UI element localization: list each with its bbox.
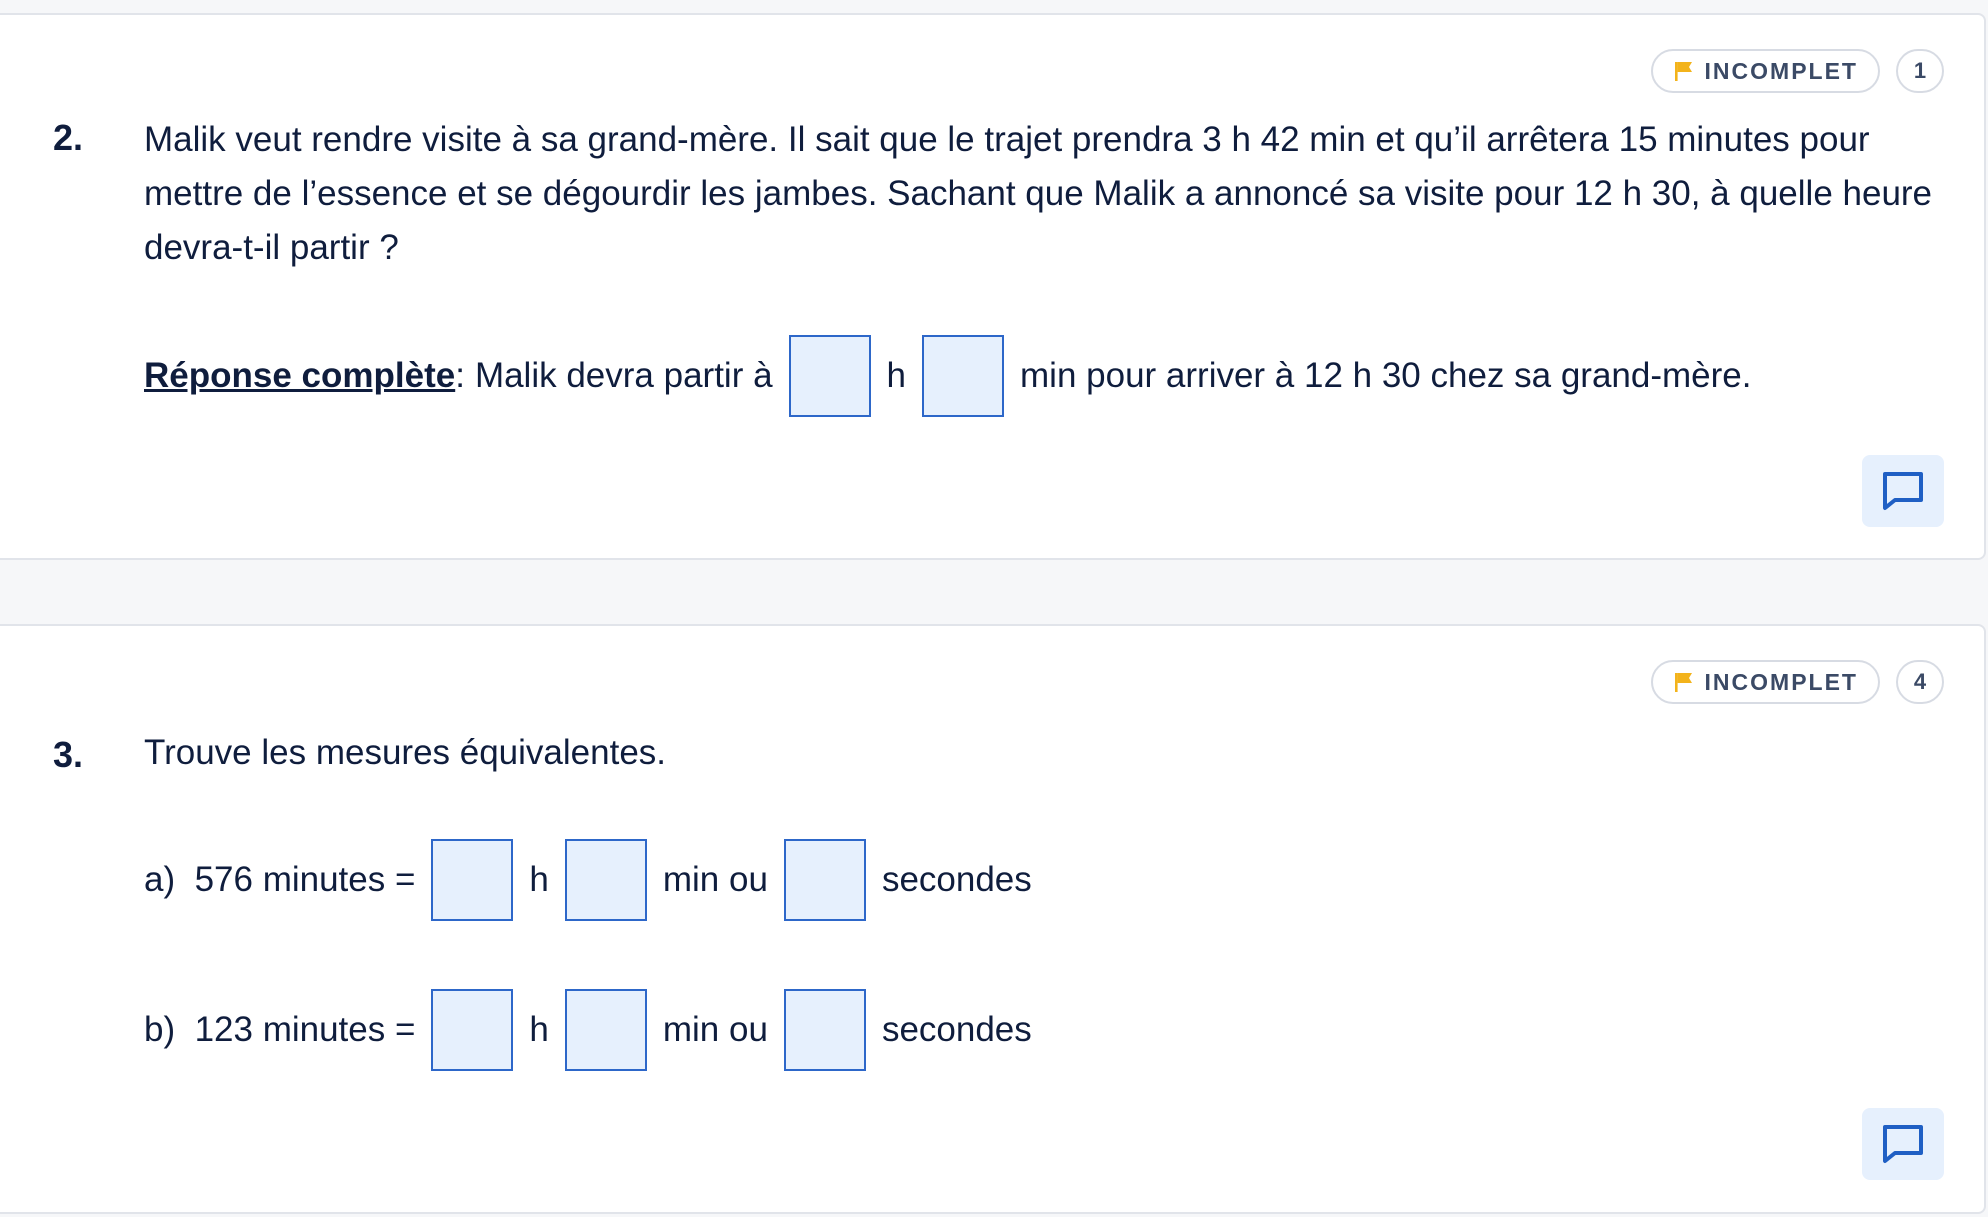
- status-row: INCOMPLET 1: [1650, 49, 1944, 93]
- unit-hours: h: [886, 356, 907, 395]
- status-row: INCOMPLET 4: [1650, 660, 1944, 704]
- item-prefix: b) 123 minutes =: [144, 1010, 416, 1049]
- comment-button[interactable]: [1862, 455, 1944, 527]
- unit-seconds: secondes: [881, 1010, 1032, 1049]
- item-prefix: a) 576 minutes =: [144, 860, 416, 899]
- question-text: Malik veut rendre visite à sa grand-mère…: [144, 120, 1933, 267]
- minutes-input[interactable]: [564, 989, 647, 1071]
- minutes-input[interactable]: [564, 839, 647, 921]
- attempt-count-badge: 4: [1896, 660, 1944, 704]
- answer-prefix: Malik devra partir à: [474, 356, 773, 395]
- comment-button[interactable]: [1862, 1108, 1944, 1180]
- comment-icon: [1883, 472, 1923, 510]
- unit-minutes: min ou: [662, 1010, 768, 1049]
- answer-separator: :: [455, 356, 465, 395]
- status-badge: INCOMPLET: [1650, 660, 1880, 704]
- minutes-input[interactable]: [922, 335, 1005, 417]
- flag-icon: [1674, 62, 1692, 81]
- status-label: INCOMPLET: [1704, 668, 1858, 695]
- attempt-count-badge: 1: [1896, 49, 1944, 93]
- question-card-2: INCOMPLET 1 2. Malik veut rendre visite …: [0, 13, 1986, 560]
- status-label: INCOMPLET: [1704, 57, 1858, 84]
- hours-input[interactable]: [431, 989, 514, 1071]
- equivalence-row-b: b) 123 minutes = h min ou secondes: [144, 989, 1032, 1071]
- unit-hours: h: [529, 1010, 549, 1049]
- hours-input[interactable]: [431, 839, 514, 921]
- comment-icon: [1883, 1125, 1923, 1163]
- seconds-input[interactable]: [783, 839, 866, 921]
- unit-hours: h: [529, 860, 549, 899]
- question-text: Trouve les mesures équivalentes.: [144, 733, 667, 772]
- answer-suffix: min pour arriver à 12 h 30 chez sa grand…: [1020, 356, 1752, 395]
- unit-minutes: min ou: [662, 860, 768, 899]
- hours-input[interactable]: [788, 335, 871, 417]
- answer-label: Réponse complète: [144, 356, 456, 395]
- question-number: 3.: [53, 734, 84, 775]
- question-card-3: INCOMPLET 4 3. Trouve les mesures équiva…: [0, 624, 1986, 1214]
- equivalence-row-a: a) 576 minutes = h min ou secondes: [144, 839, 1032, 921]
- seconds-input[interactable]: [783, 989, 866, 1071]
- status-badge: INCOMPLET: [1650, 49, 1880, 93]
- flag-icon: [1674, 673, 1692, 692]
- answer-line: Réponse complète : Malik devra partir à …: [144, 335, 1751, 417]
- question-number: 2.: [53, 117, 84, 158]
- unit-seconds: secondes: [881, 860, 1032, 899]
